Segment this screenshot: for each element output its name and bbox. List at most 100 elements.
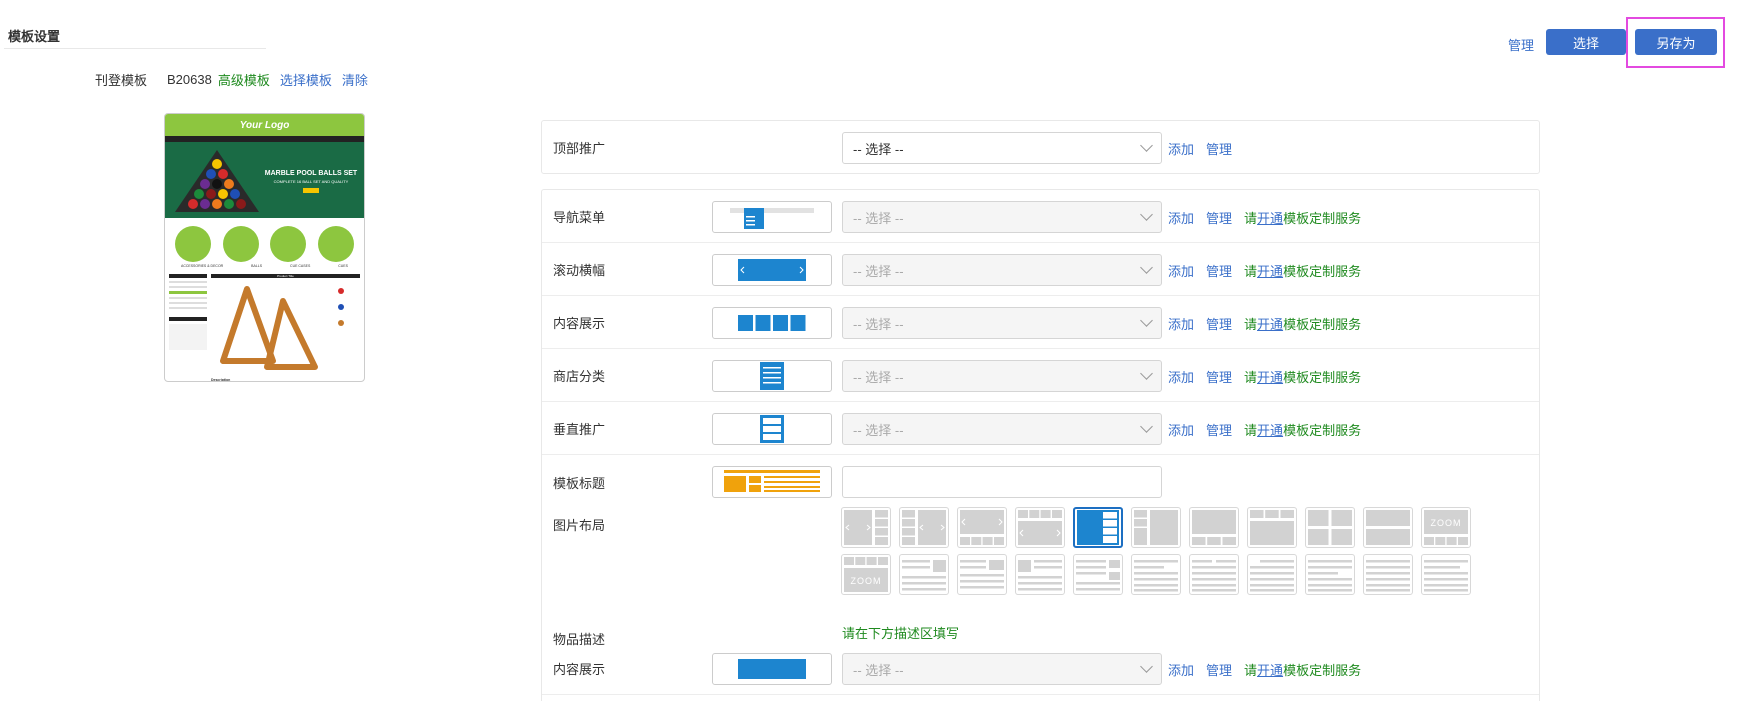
- vertical-promo-select[interactable]: -- 选择 --: [842, 413, 1162, 445]
- open-service-link[interactable]: 开通: [1257, 211, 1283, 226]
- zoom-text: ZOOM: [851, 576, 882, 586]
- layout-two-stacked-icon: [1366, 510, 1410, 545]
- content-display-select-value: -- 选择 --: [853, 316, 904, 332]
- layout-option[interactable]: [1015, 554, 1065, 595]
- top-promo-manage-link[interactable]: 管理: [1206, 139, 1232, 158]
- layout-option[interactable]: [841, 507, 891, 548]
- open-service-link[interactable]: 开通: [1257, 370, 1283, 385]
- layout-option[interactable]: [1363, 554, 1413, 595]
- layout-text-img-mid-icon: [1076, 559, 1120, 590]
- layout-option[interactable]: [1305, 554, 1355, 595]
- category-manage-link[interactable]: 管理: [1206, 367, 1232, 386]
- store-category-select[interactable]: -- 选择 --: [842, 360, 1162, 392]
- scroll-banner-select[interactable]: -- 选择 --: [842, 254, 1162, 286]
- layout-option[interactable]: [1305, 507, 1355, 548]
- triangle-rack-image: [220, 286, 344, 370]
- open-service-link[interactable]: 开通: [1257, 264, 1283, 279]
- layout-option[interactable]: [1363, 507, 1413, 548]
- content-bottom-service-note: 请开通模板定制服务: [1244, 663, 1362, 678]
- module-row-vertical: 垂直推广 -- 选择 -- 添加 管理 请开通模板定制服务: [542, 402, 1539, 455]
- open-service-link[interactable]: 开通: [1257, 317, 1283, 332]
- chevron-down-icon: [1140, 314, 1153, 327]
- zoom-text: ZOOM: [1431, 518, 1462, 528]
- top-promo-card: 顶部推广 -- 选择 -- 添加 管理: [541, 120, 1540, 174]
- layout-option[interactable]: [957, 554, 1007, 595]
- content-display-preview[interactable]: [712, 307, 832, 339]
- layout-option[interactable]: [1247, 507, 1297, 548]
- page-title: 模板设置: [8, 29, 61, 44]
- template-label: 刊登模板: [95, 73, 148, 88]
- nav-menu-preview[interactable]: [712, 201, 832, 233]
- thumb-product-title: Product Title: [277, 274, 294, 278]
- row-label: 内容展示: [553, 316, 606, 331]
- layout-option[interactable]: [899, 554, 949, 595]
- layout-option[interactable]: [1247, 554, 1297, 595]
- template-title-input[interactable]: [842, 466, 1162, 498]
- vertical-service-note: 请开通模板定制服务: [1244, 423, 1362, 438]
- vertical-manage-link[interactable]: 管理: [1206, 420, 1232, 439]
- layout-option[interactable]: [899, 507, 949, 548]
- layout-option[interactable]: [1189, 507, 1239, 548]
- layout-option[interactable]: [1015, 507, 1065, 548]
- content-add-link[interactable]: 添加: [1168, 314, 1194, 333]
- vertical-promo-preview[interactable]: [712, 413, 832, 445]
- row-label: 垂直推广: [553, 422, 606, 437]
- banner-manage-link[interactable]: 管理: [1206, 261, 1232, 280]
- layout-option[interactable]: [1131, 507, 1181, 548]
- layout-three-top-big-icon: [1250, 510, 1294, 545]
- layout-big-top-thumbs-icon: [960, 510, 1004, 545]
- store-category-preview[interactable]: [712, 360, 832, 392]
- banner-add-link[interactable]: 添加: [1168, 261, 1194, 280]
- layout-option[interactable]: [1189, 554, 1239, 595]
- content-bottom-preview[interactable]: [712, 653, 832, 685]
- nav-service-note: 请开通模板定制服务: [1244, 211, 1362, 226]
- nav-menu-select[interactable]: -- 选择 --: [842, 201, 1162, 233]
- layout-option[interactable]: ZOOM: [1421, 507, 1471, 548]
- content-display-select[interactable]: -- 选择 --: [842, 307, 1162, 339]
- banner-service-note: 请开通模板定制服务: [1244, 264, 1362, 279]
- content-bottom-manage-link[interactable]: 管理: [1206, 660, 1232, 679]
- top-promo-select-value: -- 选择 --: [853, 141, 904, 157]
- template-row: 刊登模板 B20638 高级模板 选择模板 清除: [95, 70, 368, 89]
- clear-template-link[interactable]: 清除: [342, 70, 368, 89]
- layout-option[interactable]: [957, 507, 1007, 548]
- nav-add-link[interactable]: 添加: [1168, 208, 1194, 227]
- nav-manage-link[interactable]: 管理: [1206, 208, 1232, 227]
- layout-option[interactable]: [1131, 554, 1181, 595]
- top-promo-add-link[interactable]: 添加: [1168, 139, 1194, 158]
- layout-thumbs-top-big-icon: [1018, 510, 1062, 545]
- content-bottom-select[interactable]: -- 选择 --: [842, 653, 1162, 685]
- module-row-content: 内容展示 -- 选择 -- 添加 管理 请开通模板定制服务: [542, 296, 1539, 349]
- content-bottom-add-link[interactable]: 添加: [1168, 660, 1194, 679]
- chevron-down-icon: [1140, 261, 1153, 274]
- chevron-down-icon: [1140, 367, 1153, 380]
- content-block-icon: [738, 659, 806, 679]
- module-card: 导航菜单 -- 选择 -- 添加 管理 请开通模板定制服务 滚动横幅 -- 选择…: [541, 189, 1540, 701]
- image-layout-label: 图片布局: [553, 518, 606, 533]
- layout-option[interactable]: [1073, 554, 1123, 595]
- layout-option[interactable]: [1421, 554, 1471, 595]
- template-level: 高级模板: [217, 73, 270, 88]
- template-thumbnail[interactable]: Your Logo MARBLE POOL BALLS SET COMPLETE…: [164, 113, 365, 382]
- open-service-link[interactable]: 开通: [1257, 663, 1283, 678]
- category-add-link[interactable]: 添加: [1168, 367, 1194, 386]
- store-category-select-value: -- 选择 --: [853, 369, 904, 385]
- select-template-link[interactable]: 选择模板: [280, 70, 332, 89]
- content-service-note: 请开通模板定制服务: [1244, 317, 1362, 332]
- template-title-preview[interactable]: [712, 466, 832, 498]
- thumb-cat: CUE CASES: [290, 264, 311, 268]
- content-manage-link[interactable]: 管理: [1206, 314, 1232, 333]
- manage-link[interactable]: 管理: [1508, 35, 1534, 54]
- content-grid-icon: [738, 315, 806, 331]
- layout-option-selected[interactable]: [1073, 507, 1123, 548]
- vertical-promo-icon: [760, 415, 784, 443]
- save-as-button[interactable]: 另存为: [1635, 29, 1717, 55]
- layout-left-blocks-big-right-icon: [1134, 510, 1178, 545]
- layout-big-left-thumbs-icon: [844, 510, 888, 545]
- layout-option[interactable]: ZOOM: [841, 554, 891, 595]
- vertical-add-link[interactable]: 添加: [1168, 420, 1194, 439]
- top-promo-select[interactable]: -- 选择 --: [842, 132, 1162, 164]
- select-button[interactable]: 选择: [1546, 29, 1626, 55]
- scroll-banner-preview[interactable]: [712, 254, 832, 286]
- open-service-link[interactable]: 开通: [1257, 423, 1283, 438]
